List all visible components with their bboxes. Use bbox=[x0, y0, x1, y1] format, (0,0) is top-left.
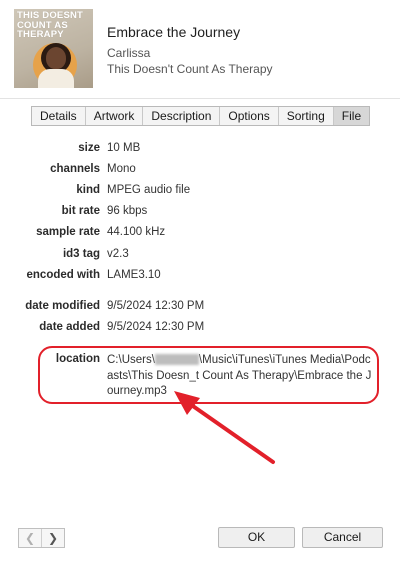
previous-track-button[interactable]: ❮ bbox=[19, 529, 42, 547]
date-added-value: 9/5/2024 12:30 PM bbox=[107, 321, 205, 333]
artwork-person-body bbox=[38, 69, 74, 88]
channels-row: channels Mono bbox=[0, 163, 400, 179]
size-label: size bbox=[78, 142, 100, 154]
cancel-button[interactable]: Cancel bbox=[302, 527, 383, 548]
id3-tag-label: id3 tag bbox=[62, 248, 100, 260]
location-label: location bbox=[55, 353, 100, 365]
info-tabs: Details Artwork Description Options Sort… bbox=[31, 106, 371, 126]
tab-description[interactable]: Description bbox=[143, 107, 221, 125]
track-header: THIS DOESNT COUNT AS THERAPY Embrace the… bbox=[0, 0, 400, 99]
sample-rate-value: 44.100 kHz bbox=[107, 226, 166, 238]
track-artist: Carlissa bbox=[107, 46, 151, 60]
date-modified-row: date modified 9/5/2024 12:30 PM bbox=[0, 300, 400, 316]
tab-artwork[interactable]: Artwork bbox=[86, 107, 144, 125]
sample-rate-label: sample rate bbox=[36, 226, 100, 238]
date-modified-label: date modified bbox=[25, 300, 100, 312]
kind-value: MPEG audio file bbox=[107, 184, 191, 196]
track-navigation: ❮ ❯ bbox=[18, 528, 65, 548]
date-modified-value: 9/5/2024 12:30 PM bbox=[107, 300, 205, 312]
chevron-right-icon: ❯ bbox=[47, 531, 59, 545]
date-added-row: date added 9/5/2024 12:30 PM bbox=[0, 321, 400, 337]
date-added-label: date added bbox=[39, 321, 100, 333]
artwork-person-face bbox=[46, 47, 66, 69]
bit-rate-label: bit rate bbox=[61, 205, 100, 217]
ok-button[interactable]: OK bbox=[218, 527, 295, 548]
bit-rate-value: 96 kbps bbox=[107, 205, 148, 217]
size-row: size 10 MB bbox=[0, 142, 400, 158]
artwork-title-text: THIS DOESNT COUNT AS THERAPY bbox=[17, 10, 84, 40]
tab-options[interactable]: Options bbox=[220, 107, 279, 125]
chevron-left-icon: ❮ bbox=[24, 531, 36, 545]
location-value[interactable]: C:\Users\ \Music\iTunes\iTunes Media\Podc… bbox=[107, 353, 377, 400]
tab-file[interactable]: File bbox=[333, 107, 370, 125]
id3-tag-value: v2.3 bbox=[107, 248, 129, 260]
album-artwork: THIS DOESNT COUNT AS THERAPY bbox=[14, 9, 93, 88]
id3-tag-row: id3 tag v2.3 bbox=[0, 248, 400, 264]
next-track-button[interactable]: ❯ bbox=[42, 529, 64, 547]
encoded-with-value: LAME3.10 bbox=[107, 269, 161, 281]
kind-row: kind MPEG audio file bbox=[0, 184, 400, 200]
track-title: Embrace the Journey bbox=[107, 24, 241, 40]
channels-value: Mono bbox=[107, 163, 136, 175]
bit-rate-row: bit rate 96 kbps bbox=[0, 205, 400, 221]
encoded-with-label: encoded with bbox=[26, 269, 100, 281]
track-album: This Doesn't Count As Therapy bbox=[107, 62, 273, 76]
tab-sorting[interactable]: Sorting bbox=[279, 107, 334, 125]
size-value: 10 MB bbox=[107, 142, 141, 154]
channels-label: channels bbox=[50, 163, 100, 175]
redacted-username bbox=[154, 354, 199, 366]
location-prefix: C:\Users\ bbox=[107, 354, 155, 366]
sample-rate-row: sample rate 44.100 kHz bbox=[0, 226, 400, 242]
tab-details[interactable]: Details bbox=[32, 107, 86, 125]
kind-label: kind bbox=[76, 184, 100, 196]
encoded-with-row: encoded with LAME3.10 bbox=[0, 269, 400, 285]
